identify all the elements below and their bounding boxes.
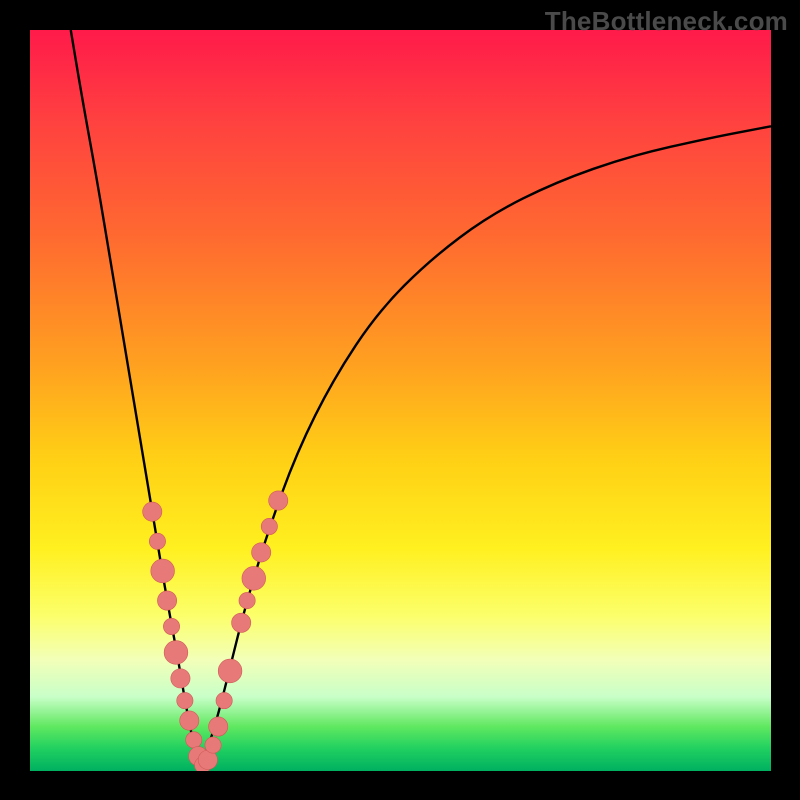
scatter-dot <box>205 737 221 753</box>
scatter-dot <box>239 592 255 608</box>
scatter-dot <box>180 711 199 730</box>
scatter-dot <box>216 692 232 708</box>
plot-area <box>30 30 771 771</box>
scatter-dot <box>186 732 202 748</box>
scatter-dot <box>269 491 288 510</box>
scatter-dot <box>143 502 162 521</box>
scatter-dot <box>177 692 193 708</box>
scatter-dot <box>164 641 188 665</box>
scatter-dot <box>209 717 228 736</box>
scatter-dot <box>261 518 277 534</box>
scatter-dot <box>252 543 271 562</box>
scatter-dot <box>242 566 266 590</box>
scatter-dot <box>151 559 175 583</box>
scatter-dot <box>149 533 165 549</box>
watermark-text: TheBottleneck.com <box>545 6 788 37</box>
scatter-layer <box>143 491 288 771</box>
scatter-dot <box>157 591 176 610</box>
curve-right-branch <box>200 126 771 767</box>
scatter-dot <box>171 669 190 688</box>
scatter-dot <box>163 618 179 634</box>
chart-svg <box>30 30 771 771</box>
scatter-dot <box>218 659 242 683</box>
outer-frame: TheBottleneck.com <box>0 0 800 800</box>
scatter-dot <box>232 613 251 632</box>
